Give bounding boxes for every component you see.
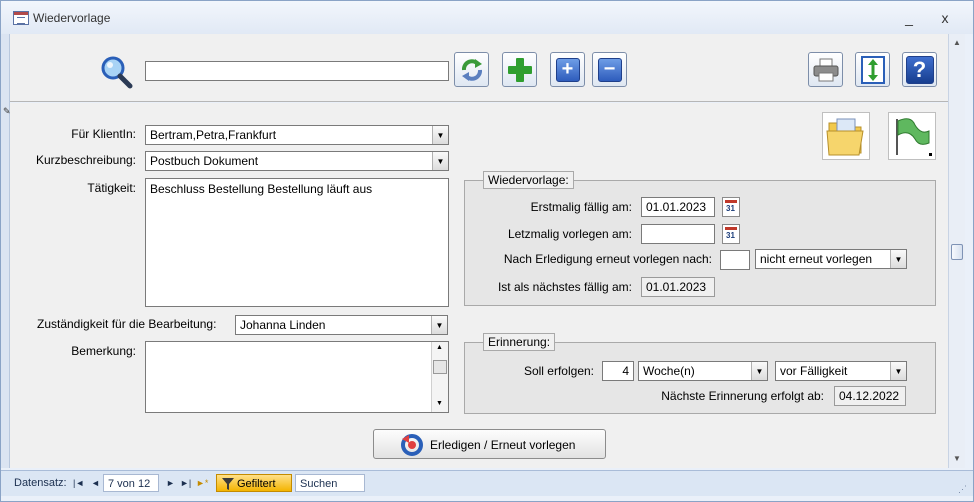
scroll-up-icon[interactable]: ▲ xyxy=(951,37,963,49)
flag-button[interactable] xyxy=(888,112,936,160)
zustaendigkeit-value: Johanna Linden xyxy=(240,318,326,332)
calendar-icon[interactable]: 31 xyxy=(722,224,740,244)
filter-label: Gefiltert xyxy=(237,478,276,490)
form-scrollbar[interactable]: ▲ ▼ xyxy=(948,34,965,468)
erstmalig-label: Erstmalig fällig am: xyxy=(530,200,632,214)
naechste-erinnerung-label: Nächste Erinnerung erfolgt ab: xyxy=(661,389,824,403)
kurzbeschreibung-combo[interactable]: Postbuch Dokument ▼ xyxy=(145,151,449,171)
documents-button[interactable] xyxy=(822,112,870,160)
refresh-button[interactable] xyxy=(454,52,489,87)
naechstes-field: 01.01.2023 xyxy=(641,277,715,297)
soll-erfolgen-relation: vor Fälligkeit xyxy=(780,364,848,378)
scroll-down-icon[interactable]: ▼ xyxy=(436,400,443,407)
fit-height-button[interactable] xyxy=(855,52,890,87)
bemerkung-label: Bemerkung: xyxy=(71,344,136,358)
soll-erfolgen-unit-combo[interactable]: Woche(n) ▼ xyxy=(638,361,768,381)
record-label: Datensatz: xyxy=(14,477,67,489)
klient-label: Für KlientIn: xyxy=(71,127,136,141)
title-bar: Wiedervorlage _ x xyxy=(1,1,973,34)
chevron-down-icon[interactable]: ▼ xyxy=(890,250,906,268)
search-icon[interactable] xyxy=(99,55,133,89)
scroll-up-icon[interactable]: ▲ xyxy=(436,344,443,351)
nach-erledigung-label: Nach Erledigung erneut vorlegen nach: xyxy=(503,252,712,266)
print-button[interactable] xyxy=(808,52,843,87)
nach-erledigung-combo[interactable]: nicht erneut vorlegen ▼ xyxy=(755,249,907,269)
zustaendigkeit-label: Zuständigkeit für die Bearbeitung: xyxy=(37,317,217,331)
chevron-down-icon[interactable]: ▼ xyxy=(432,152,448,170)
soll-erfolgen-number[interactable]: 4 xyxy=(602,361,634,381)
nach-erledigung-number[interactable] xyxy=(720,250,750,270)
resize-grip-icon[interactable]: ⋰ xyxy=(958,484,970,496)
first-record-button[interactable]: |◄ xyxy=(73,474,84,492)
collapse-button[interactable]: − xyxy=(592,52,627,87)
expand-button[interactable]: + xyxy=(550,52,585,87)
soll-erfolgen-relation-combo[interactable]: vor Fälligkeit ▼ xyxy=(775,361,907,381)
expand-icon: + xyxy=(555,57,580,82)
kurzbeschreibung-label: Kurzbeschreibung: xyxy=(35,153,136,167)
letztmalig-field[interactable] xyxy=(641,224,715,244)
record-number-field[interactable]: 7 von 12 xyxy=(103,474,159,492)
chevron-down-icon[interactable]: ▼ xyxy=(431,316,447,334)
record-search-input[interactable]: Suchen xyxy=(295,474,365,492)
fit-height-icon xyxy=(860,55,885,84)
form-icon xyxy=(13,11,29,25)
soll-erfolgen-label: Soll erfolgen: xyxy=(523,364,594,378)
erinnerung-legend: Erinnerung: xyxy=(483,333,556,351)
chevron-down-icon[interactable]: ▼ xyxy=(751,362,767,380)
klient-value: Bertram,Petra,Frankfurt xyxy=(150,128,277,142)
previous-record-button[interactable]: ◄ xyxy=(91,474,100,492)
scroll-thumb[interactable] xyxy=(951,244,963,260)
bemerkung-scrollbar[interactable]: ▲ ▼ xyxy=(431,342,448,412)
new-record-button[interactable]: ►* xyxy=(196,474,208,492)
taetigkeit-textarea[interactable]: Beschluss Bestellung Bestellung läuft au… xyxy=(145,178,449,307)
letztmalig-label: Letzmalig vorlegen am: xyxy=(507,227,632,241)
chevron-down-icon[interactable]: ▼ xyxy=(432,126,448,144)
zustaendigkeit-combo[interactable]: Johanna Linden ▼ xyxy=(235,315,448,335)
scroll-thumb[interactable] xyxy=(433,360,447,374)
folder-icon xyxy=(826,118,864,156)
filter-toggle-button[interactable]: Gefiltert xyxy=(216,474,292,492)
refresh-icon xyxy=(461,58,482,81)
next-record-button[interactable]: ► xyxy=(166,474,175,492)
print-icon xyxy=(813,58,838,81)
chevron-down-icon[interactable]: ▼ xyxy=(890,362,906,380)
calendar-icon[interactable]: 31 xyxy=(722,197,740,217)
add-icon xyxy=(507,57,532,82)
naechste-erinnerung-field: 04.12.2022 xyxy=(834,386,906,406)
help-icon: ? xyxy=(905,55,934,84)
funnel-icon xyxy=(222,478,234,490)
nach-erledigung-option: nicht erneut vorlegen xyxy=(760,252,873,266)
soll-erfolgen-unit: Woche(n) xyxy=(643,364,695,378)
bemerkung-textarea[interactable] xyxy=(145,341,449,413)
erledigen-label: Erledigen / Erneut vorlegen xyxy=(430,438,576,452)
record-selector-bar: ✎ xyxy=(1,34,11,468)
naechstes-label: Ist als nächstes fällig am: xyxy=(497,280,632,294)
minimize-button[interactable]: _ xyxy=(899,9,919,27)
erledigen-button[interactable]: Erledigen / Erneut vorlegen xyxy=(373,429,606,459)
search-input[interactable] xyxy=(145,61,449,81)
collapse-icon: − xyxy=(597,57,622,82)
flag-icon xyxy=(896,118,932,156)
add-button[interactable] xyxy=(502,52,537,87)
help-button[interactable]: ? xyxy=(902,52,937,87)
kurzbeschreibung-value: Postbuch Dokument xyxy=(150,154,259,168)
scroll-down-icon[interactable]: ▼ xyxy=(951,453,963,465)
window-title: Wiedervorlage xyxy=(33,11,111,25)
wiedervorlage-legend: Wiedervorlage: xyxy=(483,171,574,189)
erstmalig-field[interactable]: 01.01.2023 xyxy=(641,197,715,217)
taetigkeit-label: Tätigkeit: xyxy=(87,181,136,195)
redo-icon xyxy=(401,434,423,456)
last-record-button[interactable]: ►| xyxy=(180,474,191,492)
close-button[interactable]: x xyxy=(935,9,955,27)
klient-combo[interactable]: Bertram,Petra,Frankfurt ▼ xyxy=(145,125,449,145)
